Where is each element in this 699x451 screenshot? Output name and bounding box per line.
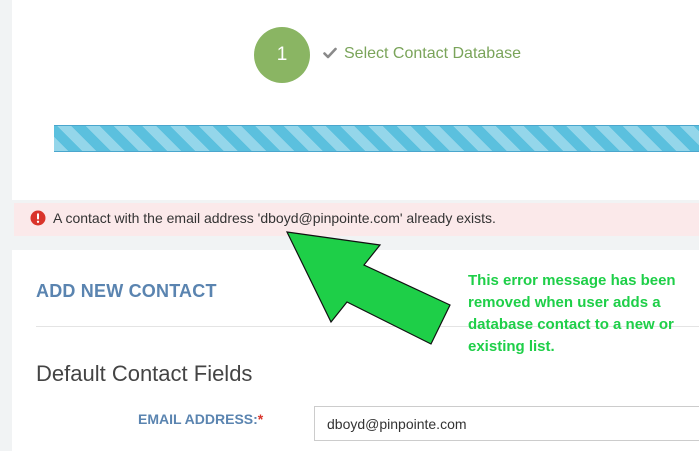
annotation-note: This error message has been removed when… <box>468 272 676 355</box>
required-marker: * <box>257 411 264 427</box>
form-header: ADD NEW CONTACT <box>36 281 217 301</box>
section-title: Default Contact Fields <box>36 361 253 386</box>
email-field[interactable] <box>314 406 699 441</box>
step-label[interactable]: Select Contact Database <box>344 45 521 63</box>
wizard-panel: 1 Select Contact Database <box>12 0 699 200</box>
email-label-text: EMAIL ADDRESS: <box>138 411 258 427</box>
error-alert: A contact with the email address 'dboyd@… <box>14 203 699 236</box>
checkmark-icon <box>323 47 337 59</box>
exclamation-circle-icon <box>30 210 46 226</box>
email-field-label: EMAIL ADDRESS:* <box>138 411 263 427</box>
step-number-badge: 1 <box>254 27 310 83</box>
error-message: A contact with the email address 'dboyd@… <box>53 210 496 226</box>
progress-bar <box>54 125 699 152</box>
